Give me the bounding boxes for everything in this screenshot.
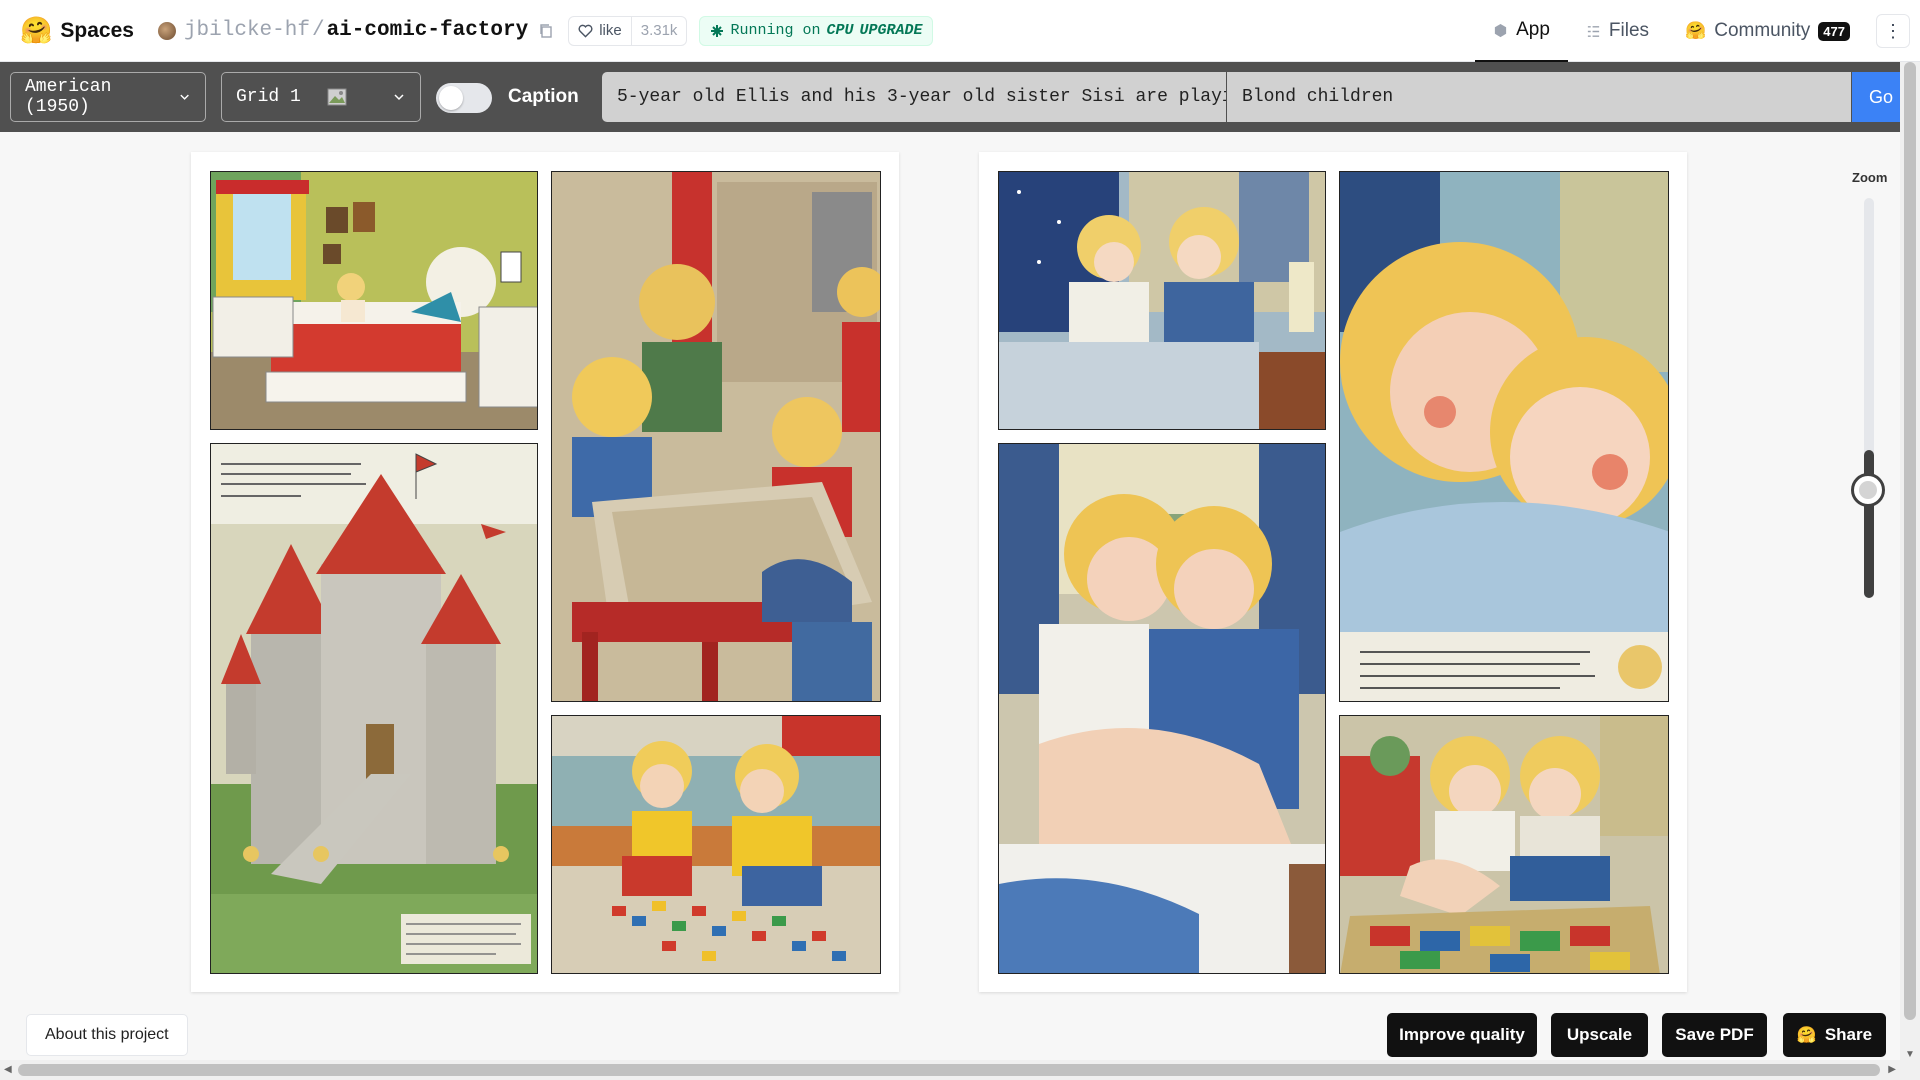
layout-select-value: Grid 1 <box>236 87 301 107</box>
like-label: like <box>599 22 622 39</box>
tab-files-label: Files <box>1608 20 1650 41</box>
tab-community-label: Community <box>1714 20 1811 41</box>
tab-app[interactable]: App <box>1475 0 1568 62</box>
zoom-slider-track[interactable] <box>1864 198 1874 598</box>
horizontal-scrollbar[interactable]: ◀ ▶ <box>0 1060 1920 1080</box>
community-emoji-icon: 🤗 <box>1685 21 1707 40</box>
scroll-down-arrow-icon[interactable]: ▼ <box>1905 1049 1915 1060</box>
story-prompt-input[interactable]: 5-year old Ellis and his 3-year old sist… <box>602 72 1226 122</box>
improve-quality-button[interactable]: Improve quality <box>1387 1013 1537 1057</box>
like-button[interactable]: like 3.31k <box>568 15 688 46</box>
scroll-right-arrow-icon[interactable]: ▶ <box>1888 1064 1896 1075</box>
scroll-left-arrow-icon[interactable]: ◀ <box>4 1064 12 1075</box>
cpu-icon <box>711 24 724 37</box>
tab-app-label: App <box>1516 19 1550 40</box>
copy-icon[interactable] <box>538 23 554 39</box>
comic-panel-8-boardgame[interactable] <box>1339 715 1669 974</box>
layout-select[interactable]: Grid 1 <box>221 72 421 122</box>
more-options-icon[interactable]: ⋮ <box>1876 14 1910 48</box>
comic-panel-2-puzzle[interactable] <box>551 171 881 702</box>
panel-illustration <box>211 444 537 973</box>
about-project-button[interactable]: About this project <box>26 1014 188 1056</box>
horizontal-scrollbar-thumb[interactable] <box>18 1064 1880 1076</box>
tab-files[interactable]: Files <box>1568 0 1667 62</box>
style-prompt-input[interactable]: Blond children <box>1227 72 1851 122</box>
zoom-slider-thumb[interactable] <box>1851 473 1885 507</box>
running-label: Running on <box>730 22 821 39</box>
comic-panel-7-window[interactable] <box>998 443 1326 974</box>
panel-illustration <box>999 444 1325 973</box>
comic-panel-6-closeup[interactable] <box>1339 171 1669 702</box>
spaces-link[interactable]: Spaces <box>60 19 134 43</box>
upscale-button[interactable]: Upscale <box>1551 1013 1648 1057</box>
panel-illustration <box>999 172 1325 429</box>
chevron-down-icon <box>394 94 404 101</box>
hf-header: 🤗 Spaces jbilcke-hf / ai-comic-factory l… <box>0 0 1920 62</box>
share-label: Share <box>1824 1025 1873 1044</box>
style-select-value: American (1950) <box>25 77 112 117</box>
space-nav-tabs: App Files 🤗 Community 477 ⋮ <box>1475 0 1920 62</box>
style-select[interactable]: American (1950) <box>10 72 206 122</box>
comic-panel-5-bedtime[interactable] <box>998 171 1326 430</box>
comic-panel-3-castle[interactable] <box>210 443 538 974</box>
comic-panel-4-lego[interactable] <box>551 715 881 974</box>
save-pdf-button[interactable]: Save PDF <box>1662 1013 1767 1057</box>
hugging-face-logo-icon[interactable]: 🤗 <box>20 15 52 46</box>
caption-label: Caption <box>508 86 579 107</box>
hugging-face-share-icon: 🤗 <box>1796 1027 1817 1044</box>
vertical-scrollbar-thumb[interactable] <box>1904 62 1916 1020</box>
panel-illustration <box>552 716 880 973</box>
comic-panel-1-bedroom[interactable] <box>210 171 538 430</box>
zoom-label: Zoom <box>1852 170 1888 185</box>
caption-toggle-knob <box>439 86 463 110</box>
path-separator: / <box>311 19 325 42</box>
upgrade-link[interactable]: UPGRADE <box>859 22 922 39</box>
share-button[interactable]: 🤗 Share <box>1783 1013 1886 1057</box>
like-count: 3.31k <box>630 16 687 45</box>
panel-illustration <box>1340 172 1668 701</box>
app-cube-icon <box>1494 23 1507 37</box>
chevron-down-icon <box>180 94 189 100</box>
community-count-badge: 477 <box>1818 21 1850 41</box>
panel-illustration <box>211 172 537 429</box>
comic-page-2 <box>979 152 1687 992</box>
layout-preview-image-icon <box>327 88 347 106</box>
comic-page-1 <box>191 152 899 992</box>
heart-icon <box>578 24 593 38</box>
caption-toggle[interactable] <box>436 83 492 113</box>
comic-toolbar: American (1950) Grid 1 Caption 5-year ol… <box>0 62 1920 132</box>
repo-name-link[interactable]: ai-comic-factory <box>327 19 529 42</box>
panel-illustration <box>552 172 880 701</box>
running-status-badge[interactable]: Running on CPU UPGRADE <box>699 15 934 46</box>
tab-community[interactable]: 🤗 Community 477 <box>1667 0 1868 62</box>
hardware-label: CPU <box>826 22 854 39</box>
vertical-scrollbar[interactable]: ▼ <box>1900 62 1920 1062</box>
files-icon <box>1587 25 1600 37</box>
owner-avatar[interactable] <box>157 21 176 40</box>
panel-illustration <box>1340 716 1668 973</box>
owner-link[interactable]: jbilcke-hf <box>184 19 310 42</box>
